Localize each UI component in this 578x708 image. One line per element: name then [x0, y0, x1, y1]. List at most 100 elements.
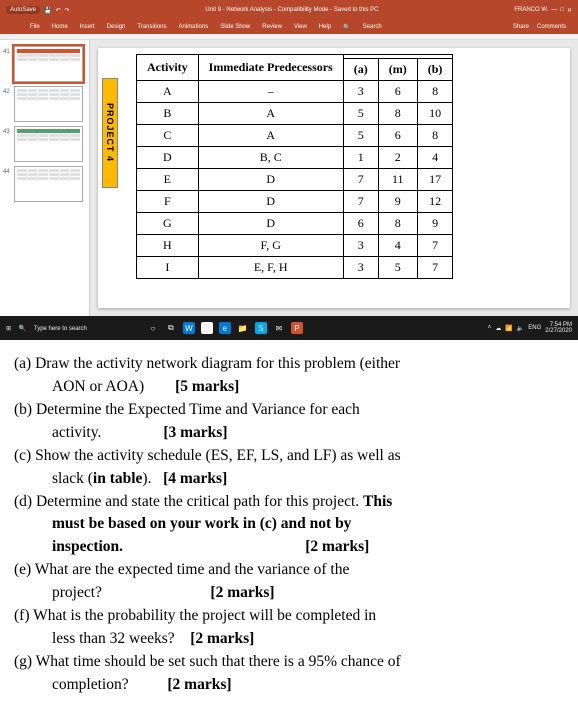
cell-pred: – — [198, 81, 343, 103]
tab-animations[interactable]: Animations — [179, 24, 209, 30]
table-row: A–368 — [137, 81, 453, 103]
q-g-marks: [2 marks] — [167, 676, 231, 693]
cell-m: 2 — [378, 147, 417, 169]
table-row: ED71117 — [137, 169, 453, 191]
q-f-line2: less than 32 weeks? — [52, 630, 175, 647]
clock-date: 2/27/2020 — [545, 328, 572, 334]
close-icon[interactable]: ✕ — [567, 7, 572, 14]
edge-icon[interactable]: e — [219, 322, 231, 334]
q-c-line2a: slack ( — [52, 470, 93, 487]
cell-a: 5 — [343, 125, 378, 147]
word-icon[interactable]: W — [183, 322, 195, 334]
cell-act: H — [137, 235, 199, 257]
q-a-marks: [5 marks] — [175, 378, 239, 395]
thumb-number: 41 — [3, 49, 10, 55]
q-e-line1: (e) What are the expected time and the v… — [14, 561, 349, 578]
cell-act: F — [137, 191, 199, 213]
current-slide[interactable]: PROJECT 4 Activity Immediate Predecessor… — [98, 48, 570, 308]
undo-icon[interactable]: ↶ — [56, 7, 61, 14]
explorer-icon[interactable]: 📁 — [237, 322, 249, 334]
cell-act: E — [137, 169, 199, 191]
thumbnail-slide[interactable]: 41 — [14, 46, 83, 82]
table-row: FD7912 — [137, 191, 453, 213]
thumbnail-slide[interactable]: 43 — [14, 126, 83, 162]
cell-b: 7 — [417, 235, 453, 257]
powerpoint-icon[interactable]: P — [291, 322, 303, 334]
q-b-line2: activity. — [52, 424, 101, 441]
cell-a: 3 — [343, 235, 378, 257]
user-name[interactable]: FRANCO W. — [514, 7, 548, 13]
save-icon[interactable]: 💾 — [44, 7, 51, 14]
tab-file[interactable]: File — [30, 24, 40, 30]
cell-b: 8 — [417, 81, 453, 103]
q-c-line1: (c) Show the activity schedule (ES, EF, … — [14, 447, 401, 464]
tab-slideshow[interactable]: Slide Show — [220, 24, 250, 30]
thumbnail-slide[interactable]: 42 — [14, 86, 83, 122]
project-label-tab: PROJECT 4 — [102, 78, 118, 188]
work-area: 41 42 43 44 PROJECT 4 — [0, 40, 578, 316]
thumb-number: 44 — [3, 169, 10, 175]
task-icons: ○ ⧉ W 🛍 e 📁 S ✉ P — [87, 322, 303, 334]
tab-review[interactable]: Review — [262, 24, 282, 30]
cell-act: A — [137, 81, 199, 103]
cell-act: D — [137, 147, 199, 169]
volume-icon[interactable]: 🔈 — [517, 325, 524, 332]
activity-table: Activity Immediate Predecessors (a) (m) … — [136, 54, 453, 279]
cell-pred: A — [198, 103, 343, 125]
titlebar: AutoSave 💾 ↶ ↷ Unit 9 - Network Analysis… — [0, 0, 578, 20]
tab-search[interactable]: Search — [363, 24, 382, 30]
q-g-line1: (g) What time should be set such that th… — [14, 653, 401, 670]
tab-view[interactable]: View — [294, 24, 307, 30]
comments-button[interactable]: Comments — [537, 24, 566, 30]
tab-help[interactable]: Help — [319, 24, 331, 30]
slide-canvas: PROJECT 4 Activity Immediate Predecessor… — [90, 40, 578, 316]
q-a-line2: AON or AOA) — [52, 378, 144, 395]
table-row: GD689 — [137, 213, 453, 235]
windows-start-icon[interactable]: ⊞ — [6, 326, 11, 332]
taskview-icon[interactable]: ⧉ — [165, 322, 177, 334]
q-d-line3: inspection. — [52, 538, 123, 555]
cell-m: 5 — [378, 257, 417, 279]
maximize-icon[interactable]: □ — [560, 7, 564, 13]
cortana-icon[interactable]: ○ — [147, 322, 159, 334]
q-b-line1: (b) Determine the Expected Time and Vari… — [14, 401, 360, 418]
cell-b: 12 — [417, 191, 453, 213]
skype-icon[interactable]: S — [255, 322, 267, 334]
tab-transitions[interactable]: Transitions — [137, 24, 166, 30]
search-icon[interactable]: 🔍 — [19, 326, 26, 332]
cell-a: 3 — [343, 81, 378, 103]
search-placeholder[interactable]: Type here to search — [34, 326, 87, 332]
cell-act: I — [137, 257, 199, 279]
q-d-line1b: This — [363, 493, 392, 510]
col-m: (m) — [378, 59, 417, 81]
cell-m: 9 — [378, 191, 417, 213]
tab-home[interactable]: Home — [52, 24, 68, 30]
q-g-line2: completion? — [52, 676, 129, 693]
locale[interactable]: ENG — [528, 325, 541, 331]
col-activity: Activity — [137, 55, 199, 81]
col-a: (a) — [343, 59, 378, 81]
cell-b: 9 — [417, 213, 453, 235]
store-icon[interactable]: 🛍 — [201, 322, 213, 334]
autosave-toggle[interactable]: AutoSave — [6, 6, 40, 14]
cell-act: B — [137, 103, 199, 125]
cell-pred: D — [198, 169, 343, 191]
col-b: (b) — [417, 59, 453, 81]
table-row: IE, F, H357 — [137, 257, 453, 279]
mail-icon[interactable]: ✉ — [273, 322, 285, 334]
share-button[interactable]: Share — [513, 24, 529, 30]
tab-design[interactable]: Design — [107, 24, 126, 30]
cell-a: 1 — [343, 147, 378, 169]
cell-b: 7 — [417, 257, 453, 279]
cell-b: 4 — [417, 147, 453, 169]
thumbnail-slide[interactable]: 44 — [14, 166, 83, 202]
wifi-icon[interactable]: 📶 — [505, 325, 512, 332]
tab-insert[interactable]: Insert — [80, 24, 95, 30]
minimize-icon[interactable]: — — [551, 7, 557, 13]
cell-act: G — [137, 213, 199, 235]
search-icon[interactable]: 🔍 — [343, 24, 350, 31]
project-label: PROJECT 4 — [105, 103, 115, 162]
tray-chevron-icon[interactable]: ˄ — [488, 325, 492, 331]
window-title: Unit 9 - Network Analysis - Compatibilit… — [70, 7, 515, 13]
onedrive-icon[interactable]: ☁ — [495, 325, 501, 332]
